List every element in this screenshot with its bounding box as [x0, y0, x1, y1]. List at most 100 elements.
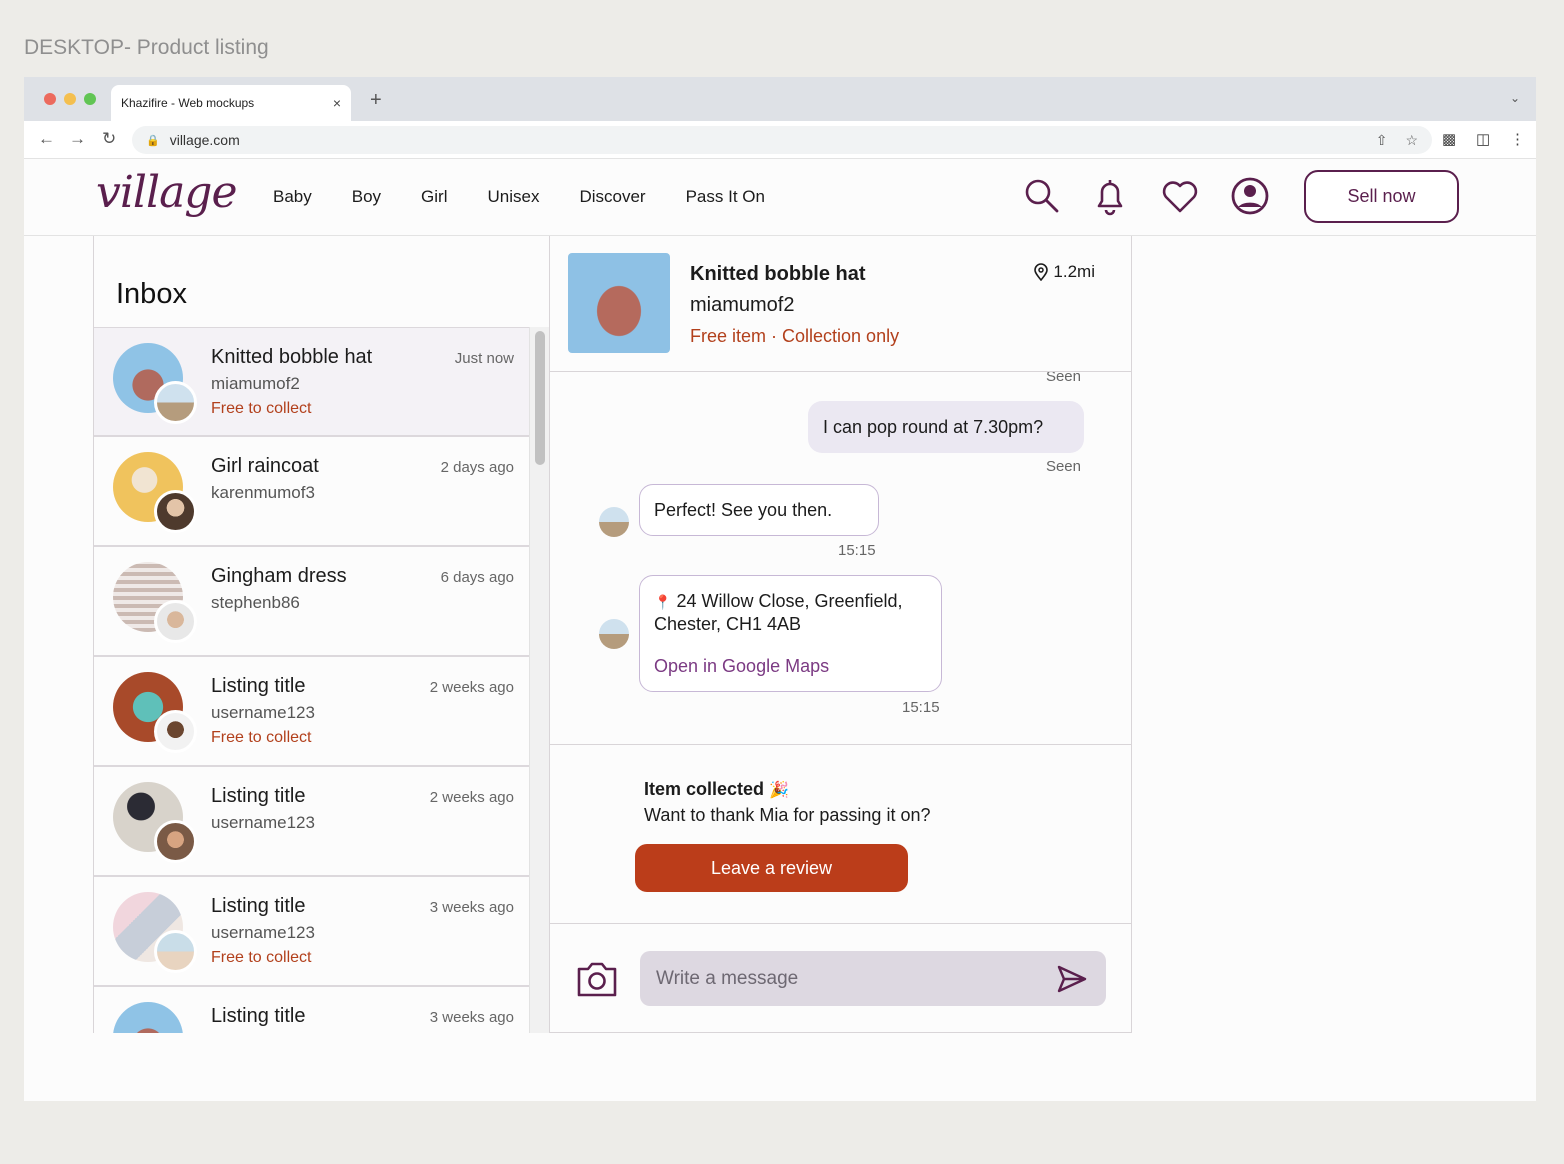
inbox-scrollbar[interactable]	[529, 327, 549, 1033]
outgoing-message: I can pop round at 7.30pm?	[808, 401, 1084, 453]
messages-page: Inbox Knitted bobble hat miamumof2 Free …	[24, 236, 1536, 1101]
avatar	[154, 710, 197, 753]
side-panel-icon[interactable]: ◫	[1476, 130, 1490, 148]
seen-label: Seen	[1045, 372, 1081, 385]
nav-girl[interactable]: Girl	[421, 187, 447, 207]
chat-item-title[interactable]: Knitted bobble hat	[690, 263, 866, 286]
conversation-item[interactable]: Gingham dress stephenb86 6 days ago	[94, 547, 529, 657]
message-time: 15:15	[902, 699, 940, 716]
avatar	[154, 930, 197, 973]
message-thread: Seen I can pop round at 7.30pm? Seen Per…	[550, 372, 1131, 744]
conversation-item[interactable]: Listing title username123 Free to collec…	[94, 877, 529, 987]
conversation-title: Listing title	[211, 1005, 306, 1027]
conversation-item[interactable]: Listing title username123 Free to collec…	[94, 657, 529, 767]
avatar	[599, 507, 629, 537]
url-input[interactable]: 🔒 village.com ⇧ ☆	[132, 126, 1432, 154]
back-icon[interactable]: ←	[38, 129, 55, 149]
nav-discover[interactable]: Discover	[579, 187, 645, 207]
conversation-item[interactable]: Knitted bobble hat miamumof2 Free to col…	[94, 327, 529, 437]
message-composer	[550, 924, 1131, 1033]
sell-now-button[interactable]: Sell now	[1304, 170, 1459, 223]
conversation-status: Free to collect	[211, 949, 312, 966]
minimize-window-icon[interactable]	[64, 93, 76, 105]
conversation-title: Knitted bobble hat	[211, 346, 373, 368]
conversation-status: Free to collect	[211, 400, 312, 417]
listing-image[interactable]	[568, 253, 670, 353]
logo[interactable]: village	[96, 167, 238, 218]
conversation-item[interactable]: Listing title username123 2 weeks ago	[94, 767, 529, 877]
seen-label: Seen	[1045, 458, 1081, 475]
conversation-title: Listing title	[211, 675, 306, 697]
inbox-panel: Inbox Knitted bobble hat miamumof2 Free …	[93, 236, 549, 1033]
tab-title: Khazifire - Web mockups	[121, 96, 255, 110]
forward-icon[interactable]: →	[69, 129, 86, 149]
party-icon: 🎉	[769, 782, 789, 799]
avatar	[154, 490, 197, 533]
conversation-time: 2 days ago	[440, 459, 514, 476]
conversation-title: Listing title	[211, 895, 306, 917]
address-line-2: Chester, CH1 4AB	[654, 614, 802, 634]
maximize-window-icon[interactable]	[84, 93, 96, 105]
scrollbar-thumb[interactable]	[535, 331, 545, 465]
conversation-time: 2 weeks ago	[429, 789, 514, 806]
search-icon[interactable]	[1022, 176, 1062, 216]
conversation-user: miamumof2	[211, 374, 300, 393]
nav-unisex[interactable]: Unisex	[488, 187, 540, 207]
avatar	[154, 600, 197, 643]
nav-baby[interactable]: Baby	[273, 187, 312, 207]
tab-close-icon[interactable]: ×	[333, 95, 341, 111]
browser-menu-icon[interactable]: ⋮	[1510, 130, 1525, 148]
conversation-user: username123	[211, 923, 315, 942]
frame-label: DESKTOP- Product listing	[24, 36, 269, 59]
incoming-message: Perfect! See you then.	[639, 484, 879, 536]
url-text: village.com	[169, 132, 240, 148]
lock-icon: 🔒	[146, 134, 160, 147]
distance-value: 1.2mi	[1053, 262, 1095, 281]
distance: 1.2mi	[1033, 262, 1095, 282]
avatar	[154, 820, 197, 863]
conversation-time: 2 weeks ago	[429, 679, 514, 696]
leave-review-button[interactable]: Leave a review	[635, 844, 908, 892]
conversation-item[interactable]: Girl raincoat karenmumof3 2 days ago	[94, 437, 529, 547]
avatar	[154, 381, 197, 424]
collected-title-text: Item collected	[644, 779, 765, 799]
new-tab-button[interactable]: +	[370, 89, 382, 112]
conversation-list: Knitted bobble hat miamumof2 Free to col…	[94, 327, 529, 1033]
browser-tab[interactable]: Khazifire - Web mockups ×	[111, 85, 351, 121]
message-time: 15:15	[838, 542, 876, 559]
google-maps-link[interactable]: Open in Google Maps	[654, 655, 927, 677]
conversation-time: 6 days ago	[440, 569, 514, 586]
tab-bar: Khazifire - Web mockups × + ⌄	[24, 77, 1536, 121]
share-icon[interactable]: ⇧	[1376, 132, 1388, 149]
inbox-title: Inbox	[116, 278, 187, 310]
bookmark-star-icon[interactable]: ☆	[1405, 132, 1418, 149]
collected-subtitle: Want to thank Mia for passing it on?	[644, 805, 931, 825]
chat-header: Knitted bobble hat miamumof2 Free item ·…	[550, 236, 1131, 372]
browser-window: Khazifire - Web mockups × + ⌄ ← → ↻ 🔒 vi…	[24, 77, 1536, 1101]
pin-icon: 📍	[654, 594, 672, 610]
conversation-time: 3 weeks ago	[429, 899, 514, 916]
camera-icon[interactable]	[576, 960, 618, 998]
conversation-title: Listing title	[211, 785, 306, 807]
reload-icon[interactable]: ↻	[102, 129, 116, 149]
message-input[interactable]	[640, 951, 1106, 1006]
chevron-down-icon[interactable]: ⌄	[1510, 91, 1520, 105]
extensions-icon[interactable]: ▩	[1442, 130, 1456, 148]
nav-boy[interactable]: Boy	[352, 187, 381, 207]
conversation-title: Gingham dress	[211, 565, 347, 587]
chat-user[interactable]: miamumof2	[690, 294, 794, 317]
heart-icon[interactable]	[1160, 176, 1200, 216]
account-icon[interactable]	[1230, 176, 1270, 216]
send-icon[interactable]	[1056, 964, 1088, 994]
conversation-item[interactable]: Listing title 3 weeks ago	[94, 987, 529, 1033]
conversation-status: Free to collect	[211, 729, 312, 746]
bell-icon[interactable]	[1090, 176, 1130, 216]
conversation-time: Just now	[454, 350, 514, 367]
collected-title: Item collected 🎉	[644, 779, 789, 800]
close-window-icon[interactable]	[44, 93, 56, 105]
address-line-1: 24 Willow Close, Greenfield,	[676, 591, 903, 611]
conversation-time: 3 weeks ago	[429, 1009, 514, 1026]
chat-item-status: Free item · Collection only	[690, 326, 900, 346]
nav-pass-it-on[interactable]: Pass It On	[686, 187, 765, 207]
avatar	[599, 619, 629, 649]
